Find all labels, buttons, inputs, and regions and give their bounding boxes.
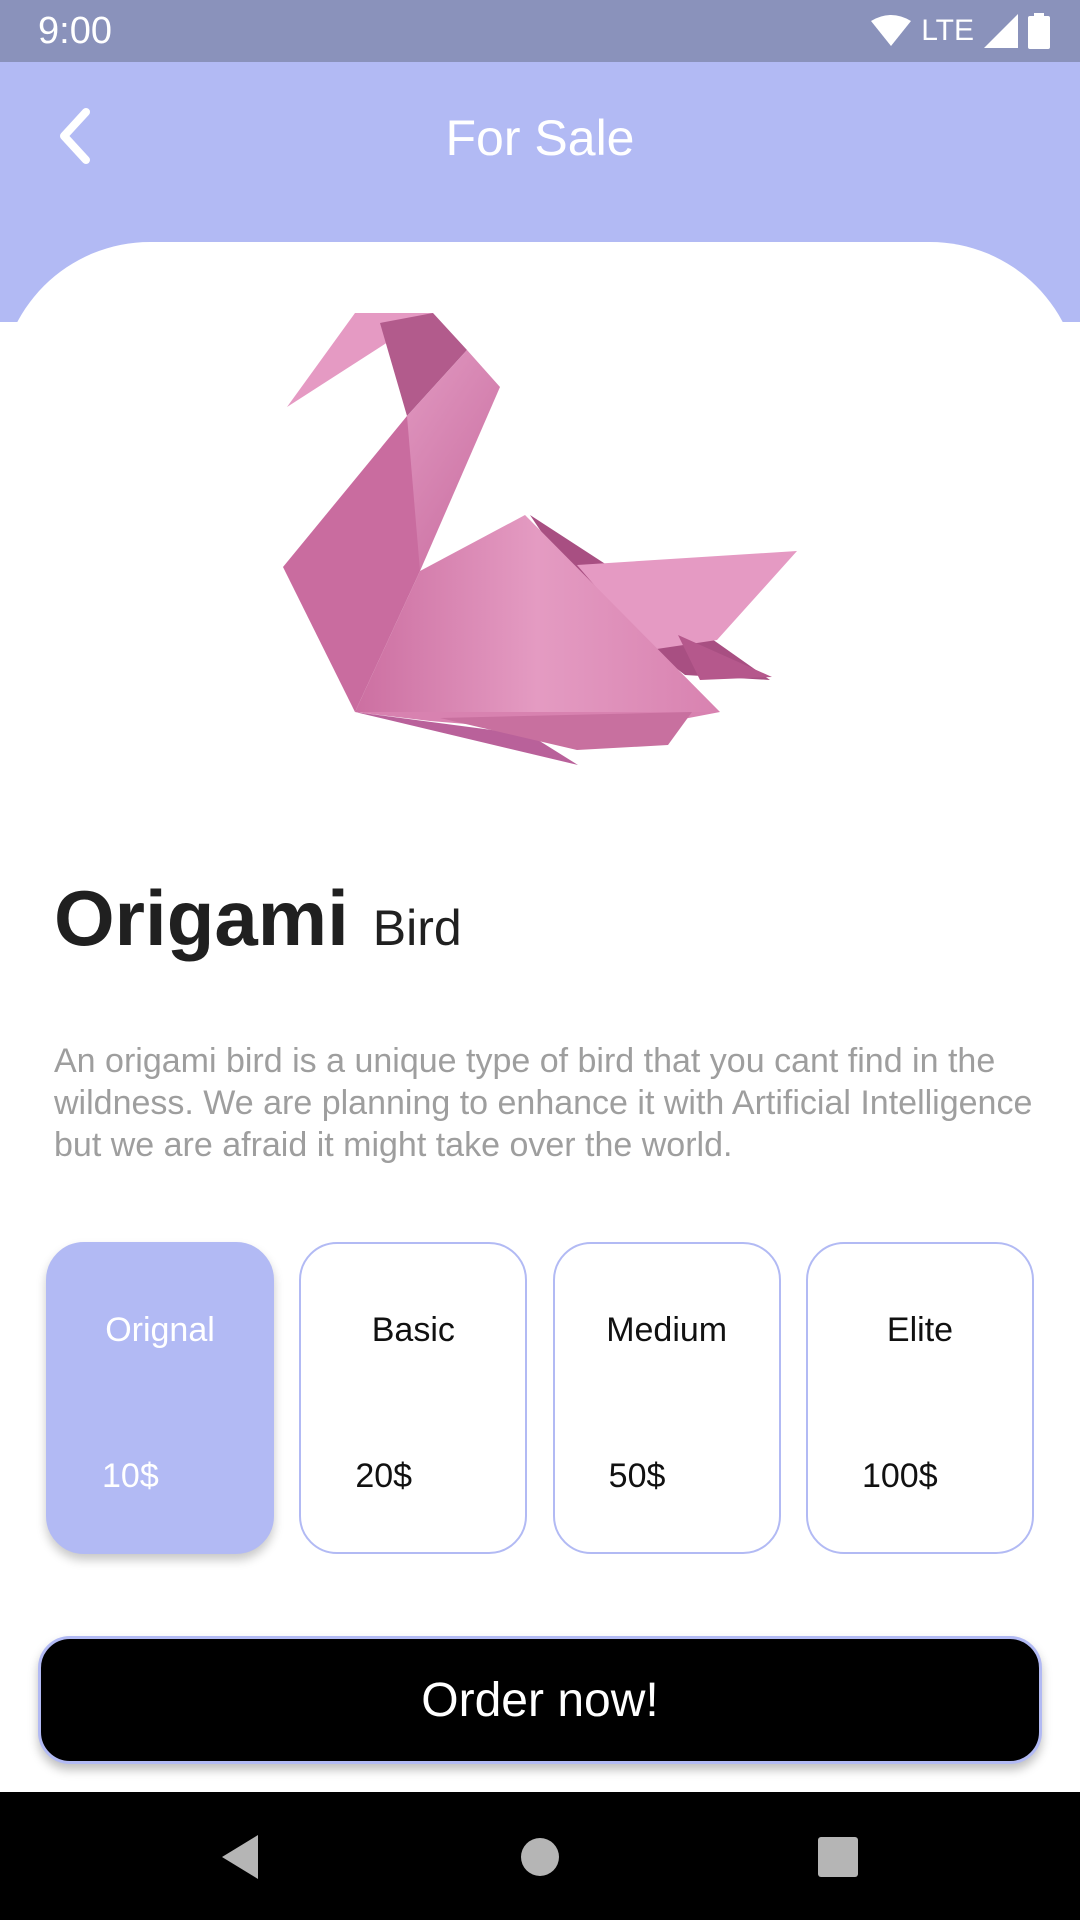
system-nav-bar	[0, 1792, 1080, 1920]
option-label: Medium	[606, 1311, 728, 1349]
product-title: Origami	[54, 874, 349, 962]
status-bar: 9:00 LTE	[0, 0, 1080, 62]
network-type: LTE	[921, 14, 974, 47]
option-label: Basic	[371, 1311, 455, 1349]
nav-home-icon	[521, 1838, 559, 1876]
status-time: 9:00	[38, 10, 112, 52]
product-name: Origami Bird	[54, 872, 462, 964]
option-medium[interactable]: Medium 50$	[552, 1242, 781, 1554]
option-price: 10$	[102, 1457, 159, 1495]
signal-icon	[984, 14, 1018, 48]
product-subtitle: Bird	[372, 900, 462, 956]
status-icons: LTE	[871, 12, 1050, 50]
option-elite[interactable]: Elite 100$	[805, 1242, 1034, 1554]
option-price: 100$	[861, 1457, 938, 1495]
battery-icon	[1028, 13, 1050, 49]
option-basic[interactable]: Basic 20$	[299, 1242, 528, 1554]
option-orignal[interactable]: Orignal 10$	[46, 1242, 274, 1554]
nav-back-icon	[222, 1835, 258, 1879]
order-now-button[interactable]: Order now!	[38, 1636, 1042, 1764]
option-label: Orignal	[105, 1311, 215, 1349]
nav-back-button[interactable]	[195, 1812, 285, 1902]
option-price: 50$	[608, 1457, 666, 1495]
option-label: Elite	[886, 1311, 954, 1349]
price-options: Orignal 10$ Basic 20$ Medium 50$ Elite 1…	[46, 1242, 1034, 1558]
page-title: For Sale	[445, 110, 635, 166]
nav-home-button[interactable]	[495, 1812, 585, 1902]
option-price: 20$	[355, 1457, 413, 1495]
origami-bird-image	[283, 313, 797, 765]
product-description: An origami bird is a unique type of bird…	[54, 1042, 1033, 1164]
nav-recents-icon	[818, 1837, 858, 1877]
wifi-icon	[871, 15, 912, 46]
nav-recents-button[interactable]	[793, 1812, 883, 1902]
